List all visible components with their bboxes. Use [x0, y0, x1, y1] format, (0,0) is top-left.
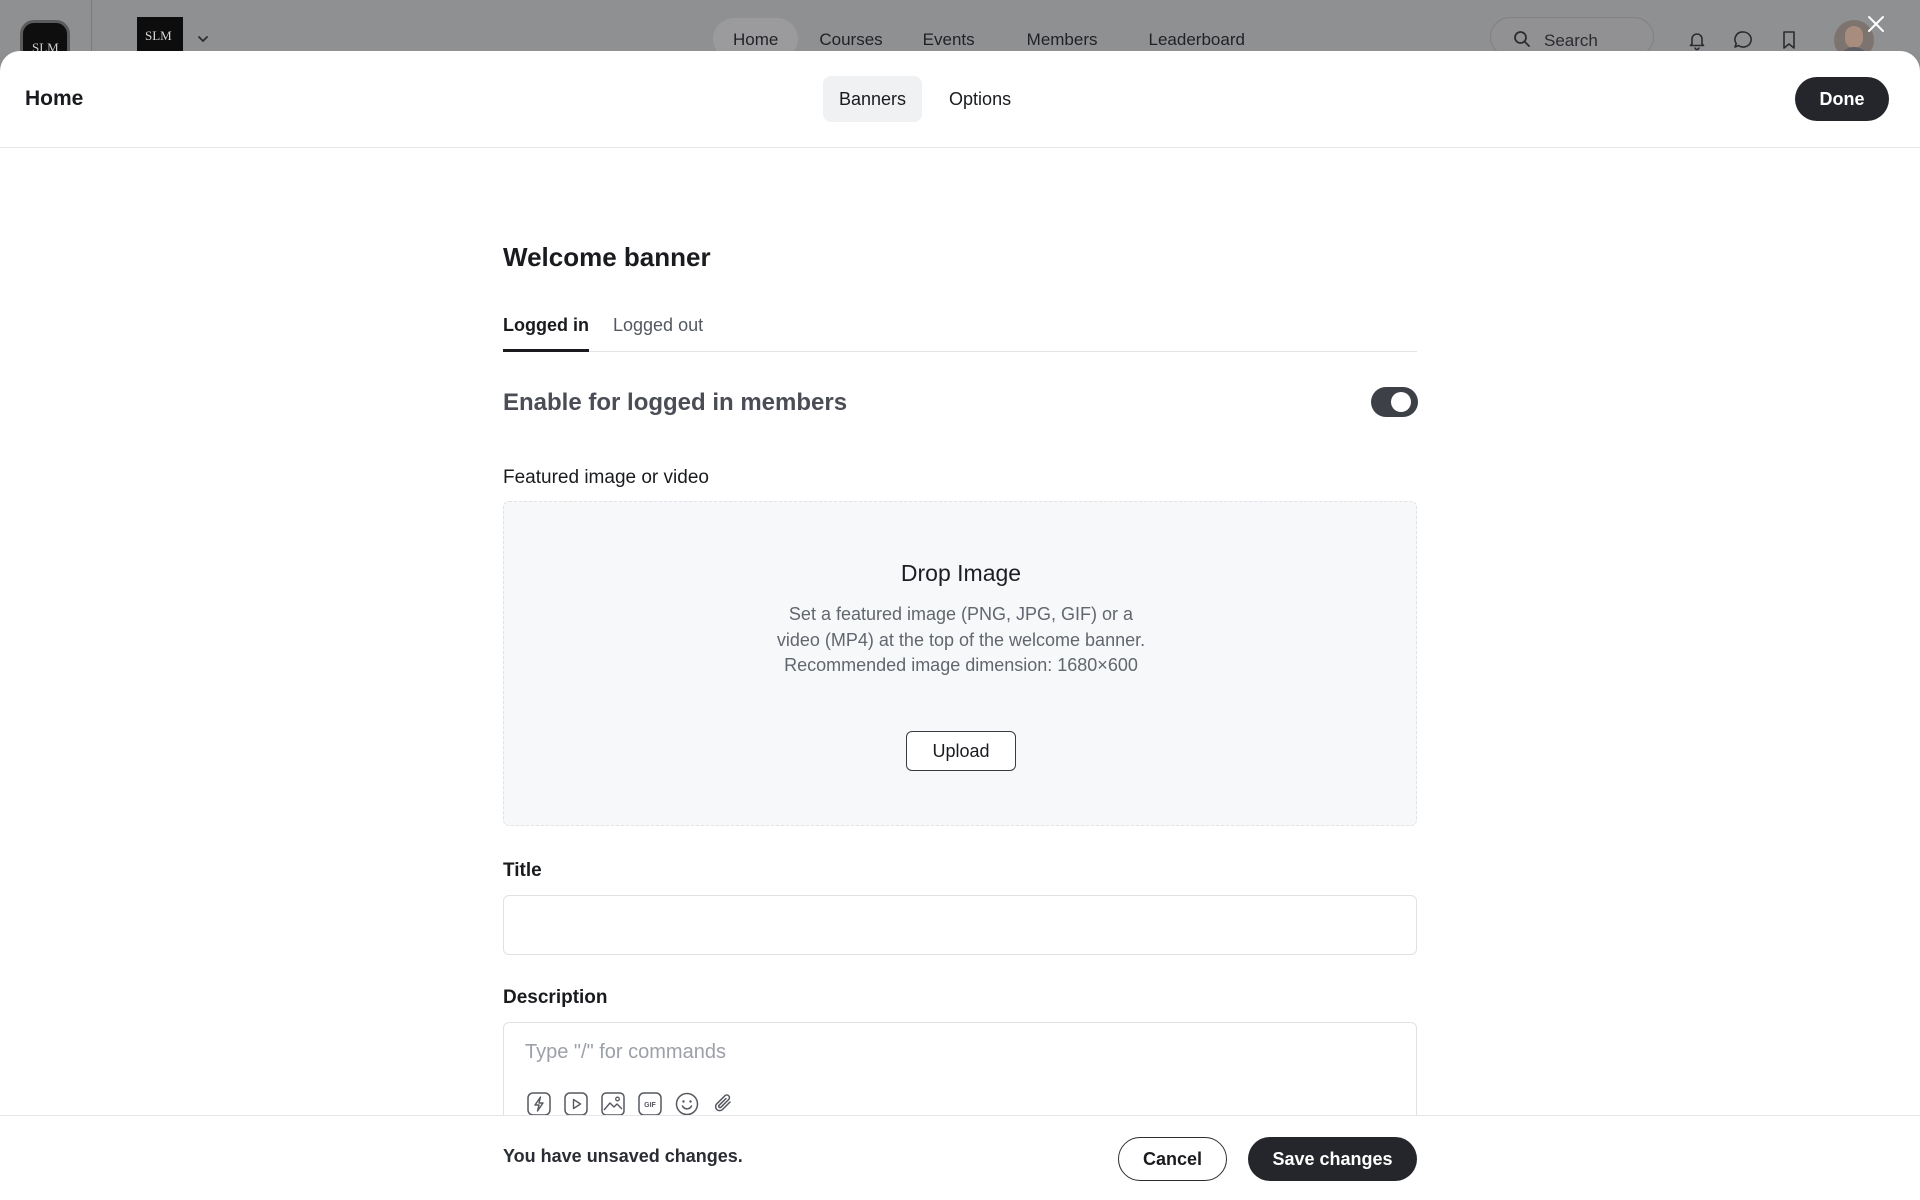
description-label: Description [503, 987, 608, 1008]
svg-text:GIF: GIF [644, 1102, 656, 1109]
space-logo-text: SLM [145, 28, 172, 43]
audience-tabs: Logged in Logged out [503, 315, 1417, 352]
avatar-face [1845, 26, 1863, 48]
featured-media-label: Featured image or video [503, 467, 709, 488]
attachment-icon[interactable] [711, 1091, 737, 1117]
enable-toggle[interactable] [1371, 387, 1418, 417]
title-label: Title [503, 860, 542, 881]
tab-logged-out[interactable]: Logged out [613, 315, 703, 352]
description-placeholder: Type "/" for commands [525, 1041, 726, 1063]
dropzone-title: Drop Image [900, 560, 1022, 586]
upload-button[interactable]: Upload [906, 731, 1016, 771]
done-button[interactable]: Done [1795, 77, 1889, 121]
image-dropzone[interactable]: Drop Image Set a featured image (PNG, JP… [503, 501, 1417, 826]
close-icon[interactable] [1864, 12, 1888, 36]
chevron-down-icon[interactable] [196, 32, 210, 46]
gif-icon[interactable]: GIF [637, 1091, 663, 1117]
search-label: Search [1544, 31, 1598, 50]
unsaved-message: You have unsaved changes. [503, 1146, 743, 1166]
nav-divider [91, 0, 92, 52]
emoji-icon[interactable] [674, 1091, 700, 1117]
modal-title: Home [25, 87, 84, 110]
banner-editor-modal: Home Banners Options Done Welcome banner… [0, 51, 1920, 1200]
tab-logged-in[interactable]: Logged in [503, 315, 589, 352]
space-logo[interactable]: SLM [137, 17, 183, 52]
cancel-button[interactable]: Cancel [1118, 1137, 1227, 1181]
image-icon[interactable] [600, 1091, 626, 1117]
bookmark-icon[interactable] [1778, 29, 1800, 51]
editor-toolbar: GIF [526, 1091, 737, 1117]
title-input[interactable] [503, 895, 1417, 955]
section-title: Welcome banner [503, 242, 711, 272]
bell-icon[interactable] [1686, 29, 1708, 51]
search-icon [1514, 31, 1530, 47]
tab-options[interactable]: Options [949, 76, 1011, 122]
toggle-knob [1391, 392, 1411, 412]
video-icon[interactable] [563, 1091, 589, 1117]
lightning-icon[interactable] [526, 1091, 552, 1117]
chat-icon[interactable] [1732, 29, 1754, 51]
save-changes-button[interactable]: Save changes [1248, 1137, 1417, 1181]
top-navigation: SLM SLM Home Courses Events Members Lead… [0, 0, 1920, 70]
header-tabs: Banners Options [823, 76, 1011, 122]
modal-header: Home Banners Options Done [0, 51, 1920, 148]
enable-label: Enable for logged in members [503, 389, 848, 416]
dropzone-help-text: Set a featured image (PNG, JPG, GIF) or … [776, 604, 1146, 675]
unsaved-changes-footer: You have unsaved changes. Cancel Save ch… [0, 1115, 1920, 1200]
tab-banners[interactable]: Banners [823, 76, 923, 122]
